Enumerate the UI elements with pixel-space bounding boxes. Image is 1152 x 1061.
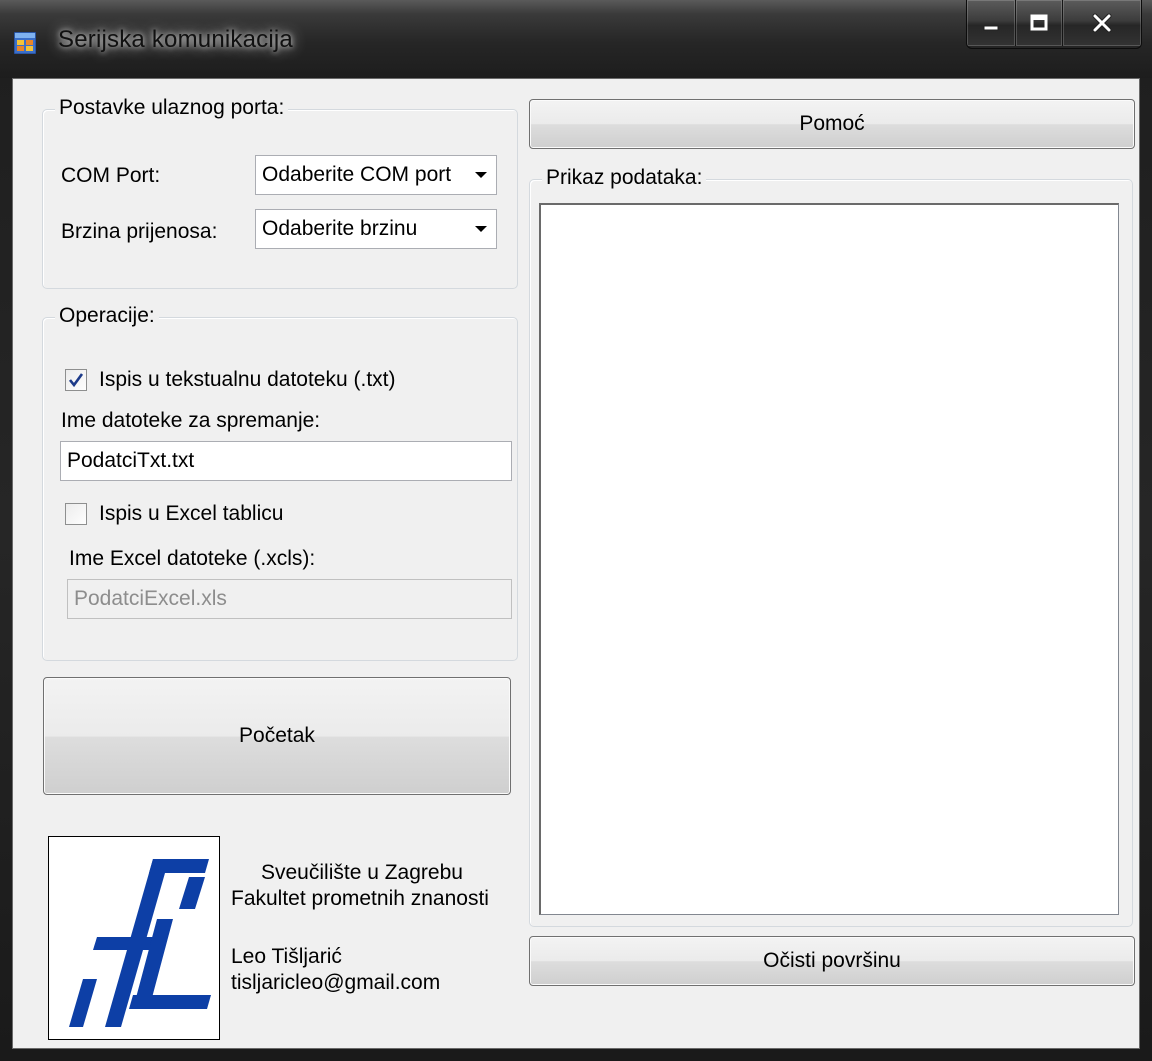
- window-title: Serijska komunikacija: [58, 26, 293, 53]
- maximize-icon: [1030, 14, 1048, 31]
- form-client-area: Postavke ulaznog porta: COM Port: Odaber…: [12, 78, 1140, 1049]
- txt-output-checkbox[interactable]: [65, 369, 87, 391]
- port-settings-group: Postavke ulaznog porta:: [42, 96, 518, 289]
- author-email: tisljaricleo@gmail.com: [231, 971, 441, 994]
- excel-output-label[interactable]: Ispis u Excel tablicu: [99, 502, 283, 526]
- excel-filename-label: Ime Excel datoteke (.xcls):: [69, 547, 316, 570]
- com-port-label: COM Port:: [61, 164, 161, 187]
- close-icon: [1092, 13, 1112, 33]
- minimize-icon: [983, 25, 999, 31]
- application-window: Serijska komunikacija Postavke ulaznog p…: [0, 0, 1152, 1061]
- title-bar[interactable]: Serijska komunikacija: [0, 0, 1152, 78]
- port-settings-legend: Postavke ulaznog porta:: [55, 96, 289, 120]
- minimize-button[interactable]: [967, 0, 1015, 46]
- close-button[interactable]: [1062, 0, 1141, 46]
- maximize-button[interactable]: [1015, 0, 1062, 46]
- txt-output-label[interactable]: Ispis u tekstualnu datoteku (.txt): [99, 368, 395, 392]
- baud-rate-value: Odaberite brzinu: [262, 217, 418, 240]
- txt-filename-label: Ime datoteke za spremanje:: [61, 409, 321, 432]
- baud-rate-select[interactable]: Odaberite brzinu: [255, 209, 497, 249]
- com-port-value: Odaberite COM port: [262, 163, 452, 186]
- checkmark-icon: [68, 373, 84, 388]
- data-display-textarea[interactable]: [539, 203, 1119, 915]
- baud-rate-label: Brzina prijenosa:: [61, 220, 218, 243]
- clear-surface-button[interactable]: Očisti površinu: [529, 936, 1135, 986]
- caption-buttons: [966, 0, 1142, 49]
- data-display-legend: Prikaz podataka:: [542, 166, 707, 190]
- author-name: Leo Tišljarić: [231, 945, 342, 968]
- faculty-name: Fakultet prometnih znanosti: [231, 887, 489, 910]
- txt-filename-input[interactable]: PodatciTxt.txt: [60, 441, 512, 481]
- com-port-select[interactable]: Odaberite COM port: [255, 155, 497, 195]
- start-button[interactable]: Početak: [43, 677, 511, 795]
- university-name: Sveučilište u Zagrebu: [261, 861, 463, 884]
- faculty-logo: [48, 836, 220, 1040]
- operations-legend: Operacije:: [55, 304, 159, 328]
- help-button[interactable]: Pomoć: [529, 99, 1135, 149]
- excel-output-checkbox[interactable]: [65, 503, 87, 525]
- chevron-down-icon[interactable]: [466, 170, 496, 180]
- chevron-down-icon[interactable]: [466, 224, 496, 234]
- excel-filename-input[interactable]: PodatciExcel.xls: [67, 579, 512, 619]
- app-icon[interactable]: [13, 31, 37, 55]
